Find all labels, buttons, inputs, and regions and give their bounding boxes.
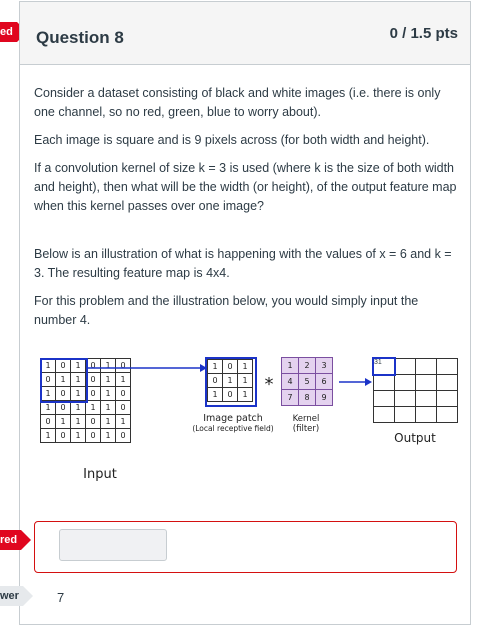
kernel-cell: 5 xyxy=(298,373,316,390)
answer-box xyxy=(34,521,457,573)
answer-input[interactable] xyxy=(59,529,167,561)
output-cell xyxy=(394,374,416,391)
kernel-matrix: 123456789 xyxy=(281,357,333,406)
input-cell: 0 xyxy=(115,400,131,415)
input-cell: 0 xyxy=(40,414,56,429)
output-cell xyxy=(436,374,458,391)
question-title: Question 8 xyxy=(36,28,124,47)
arrow-icon xyxy=(88,364,207,372)
output-cell xyxy=(373,374,395,391)
output-cell xyxy=(394,406,416,423)
output-cell xyxy=(415,374,437,391)
kernel-cell: 2 xyxy=(298,357,316,374)
input-cell: 1 xyxy=(55,414,71,429)
output-highlight xyxy=(372,357,396,376)
question-paragraph-5: For this problem and the illustration be… xyxy=(34,294,419,327)
output-cell xyxy=(436,358,458,375)
output-cell xyxy=(373,390,395,407)
input-cell: 1 xyxy=(100,386,116,401)
arrow-icon-2 xyxy=(339,378,372,386)
output-cell xyxy=(415,390,437,407)
output-cell xyxy=(394,390,416,407)
kernel-cell: 7 xyxy=(281,389,299,406)
incorrect-tag: ed xyxy=(0,22,27,42)
input-cell: 1 xyxy=(70,428,86,443)
input-cell: 0 xyxy=(85,414,101,429)
output-cell xyxy=(415,406,437,423)
kernel-cell: 3 xyxy=(315,357,333,374)
output-label: Output xyxy=(394,431,436,445)
output-cell xyxy=(415,358,437,375)
patch-highlight xyxy=(205,357,257,407)
input-cell: 1 xyxy=(100,414,116,429)
output-cell xyxy=(373,406,395,423)
input-highlight xyxy=(40,358,88,403)
input-cell: 0 xyxy=(55,428,71,443)
question-paragraph-1: Consider a dataset consisting of black a… xyxy=(34,86,441,119)
input-cell: 0 xyxy=(85,428,101,443)
kernel-label: Kernel (filter) xyxy=(275,414,337,434)
correct-answer-tag: wer xyxy=(0,586,33,606)
output-cell xyxy=(436,390,458,407)
input-cell: 0 xyxy=(115,386,131,401)
kernel-label-line-1: Kernel xyxy=(292,414,320,424)
input-cell: 1 xyxy=(100,428,116,443)
input-cell: 1 xyxy=(40,428,56,443)
correct-answer-value: 7 xyxy=(57,590,65,605)
question-points: 0 / 1.5 pts xyxy=(389,25,458,42)
kernel-cell: 4 xyxy=(281,373,299,390)
kernel-cell: 6 xyxy=(315,373,333,390)
kernel-label-line-2: (filter) xyxy=(292,424,320,434)
question-text: Consider a dataset consisting of black a… xyxy=(34,84,458,339)
input-cell: 1 xyxy=(70,414,86,429)
kernel-cell: 1 xyxy=(281,357,299,374)
convolution-star: * xyxy=(264,374,274,395)
input-label: Input xyxy=(83,467,117,482)
question-paragraph-3: If a convolution kernel of size k = 3 is… xyxy=(34,161,457,213)
input-cell: 0 xyxy=(115,428,131,443)
question-paragraph-2: Each image is square and is 9 pixels acr… xyxy=(34,133,430,147)
kernel-cell: 9 xyxy=(315,389,333,406)
output-cell xyxy=(394,358,416,375)
patch-label-line-2: (Local receptive field) xyxy=(192,424,274,433)
kernel-cell: 8 xyxy=(298,389,316,406)
patch-label-line-1: Image patch xyxy=(203,413,263,424)
input-cell: 1 xyxy=(100,400,116,415)
output-cell xyxy=(436,406,458,423)
your-answer-tag: red xyxy=(0,530,32,550)
question-header: Question 8 0 / 1.5 pts xyxy=(20,2,470,65)
patch-label: Image patch (Local receptive field) xyxy=(183,414,283,434)
question-paragraph-4: Below is an illustration of what is happ… xyxy=(34,247,452,280)
input-cell: 1 xyxy=(115,414,131,429)
